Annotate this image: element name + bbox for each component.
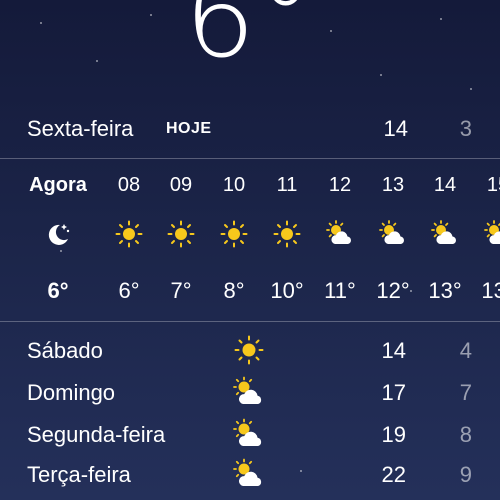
daily-high-temp: 17 xyxy=(381,380,406,405)
sun-icon xyxy=(167,220,195,248)
partly-cloudy-icon xyxy=(431,220,456,244)
daily-day-name: Sábado xyxy=(27,338,103,363)
daily-day-name: Segunda-feira xyxy=(27,422,166,447)
sun-icon xyxy=(234,335,264,365)
hourly-temp: 6° xyxy=(118,278,140,303)
today-badge: HOJE xyxy=(166,120,212,137)
sun-icon xyxy=(220,220,248,248)
sun-icon xyxy=(273,220,301,248)
hourly-temp: 7° xyxy=(170,278,192,303)
divider-top xyxy=(0,158,500,159)
hourly-time: Agora xyxy=(29,174,87,196)
partly-cloudy-icon xyxy=(233,418,262,446)
daily-high-temp: 22 xyxy=(381,462,406,487)
hourly-time: 08 xyxy=(117,174,141,196)
daily-row-segunda: Segunda-feira 19 8 xyxy=(0,414,500,454)
partly-cloudy-icon xyxy=(233,458,262,486)
daily-row-domingo: Domingo 17 7 xyxy=(0,372,500,412)
sun-icon xyxy=(115,220,143,248)
daily-row-sabado: Sábado 14 4 xyxy=(0,330,500,370)
hourly-temp: 11° xyxy=(324,278,356,303)
daily-high-temp: 14 xyxy=(381,338,406,363)
today-summary-row: Sexta-feira HOJE 14 3 xyxy=(0,108,500,148)
hourly-time: 10 xyxy=(222,174,246,196)
hourly-time: 12 xyxy=(328,174,352,196)
hourly-temp: 13° xyxy=(428,278,462,303)
partly-cloudy-icon xyxy=(233,376,262,404)
moon-stars-icon xyxy=(48,224,70,245)
daily-high-temp: 19 xyxy=(381,422,406,447)
daily-day-name: Domingo xyxy=(27,380,116,405)
daily-low-temp: 7 xyxy=(459,380,472,405)
partly-cloudy-icon xyxy=(326,220,351,244)
today-day-name: Sexta-feira xyxy=(27,116,134,141)
hourly-temp: 6° xyxy=(47,278,69,303)
hourly-time: 14 xyxy=(433,174,457,196)
today-low-temp: 3 xyxy=(459,116,472,141)
hourly-temp: 10° xyxy=(270,278,304,303)
daily-low-temp: 9 xyxy=(459,462,472,487)
partly-cloudy-icon xyxy=(484,220,500,244)
hourly-temp: 8° xyxy=(223,278,245,303)
hourly-forecast-strip[interactable]: Agora 6° 08 6° 09 7° 10 8° 11 10° 12 11°… xyxy=(0,160,500,320)
hourly-time: 15 xyxy=(486,174,500,196)
hourly-time: 09 xyxy=(169,174,193,196)
hourly-temp: 12° xyxy=(376,278,410,303)
daily-low-temp: 4 xyxy=(459,338,472,363)
current-temperature: 6° xyxy=(184,0,316,83)
partly-cloudy-icon xyxy=(379,220,404,244)
hourly-time: 11 xyxy=(276,174,298,196)
hourly-time: 13 xyxy=(381,174,405,196)
daily-row-terca: Terça-feira 22 9 xyxy=(0,454,500,494)
hourly-temp: 13° xyxy=(481,278,500,303)
daily-low-temp: 8 xyxy=(459,422,472,447)
daily-day-name: Terça-feira xyxy=(27,462,131,487)
divider-bottom xyxy=(0,321,500,322)
today-high-temp: 14 xyxy=(383,116,408,141)
